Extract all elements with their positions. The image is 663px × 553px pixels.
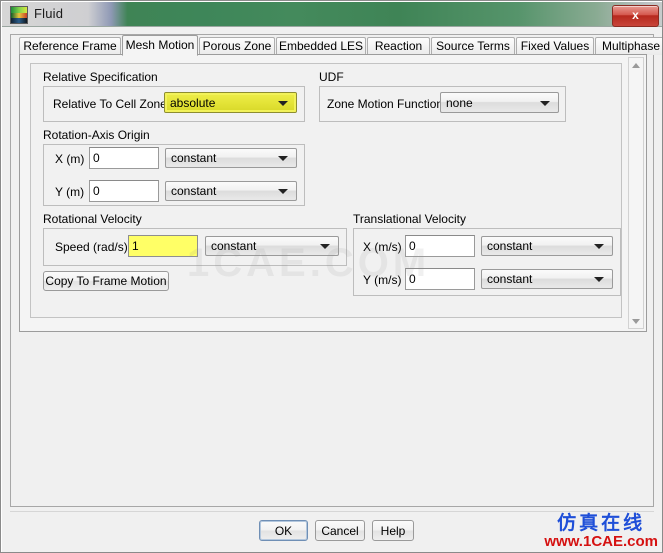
translational-y-input[interactable]: 0 [405,268,475,290]
tab-multiphase[interactable]: Multiphase [595,37,663,55]
chevron-down-icon [278,189,288,194]
fluid-dialog-window: Fluid x Zone Name fluid-circle Material … [0,0,663,553]
chevron-down-icon [278,156,288,161]
rotation-axis-origin-title: Rotation-Axis Origin [43,128,150,142]
scroll-up-arrow-icon[interactable] [629,58,643,72]
translational-velocity-title: Translational Velocity [353,212,466,226]
relative-to-cell-zone-value: absolute [170,96,215,110]
tab-reference-frame[interactable]: Reference Frame [19,37,121,55]
translational-x-method-combo[interactable]: constant [481,236,613,256]
help-button[interactable]: Help [372,520,414,541]
tab-mesh-motion[interactable]: Mesh Motion [122,35,198,56]
mesh-motion-content: Relative Specification Relative To Cell … [30,63,622,318]
relative-specification-title: Relative Specification [43,70,158,84]
speed-method-combo[interactable]: constant [205,236,339,256]
zone-motion-function-value: none [446,96,473,110]
translational-x-label: X (m/s) [363,240,402,254]
tab-reaction[interactable]: Reaction [367,37,430,55]
scroll-down-arrow-icon[interactable] [629,314,643,328]
form-panel: Zone Name fluid-circle Material Name wat… [10,34,654,507]
udf-title: UDF [319,70,344,84]
chevron-down-icon [594,244,604,249]
translational-y-label: Y (m/s) [363,273,401,287]
translational-x-method-value: constant [487,239,532,253]
chevron-down-icon [540,101,550,106]
chevron-down-icon [278,101,288,106]
title-bar: Fluid x [2,2,663,27]
cancel-button[interactable]: Cancel [315,520,365,541]
close-button[interactable]: x [612,5,659,27]
zone-motion-function-label: Zone Motion Function [327,97,443,111]
ok-button[interactable]: OK [259,520,308,541]
translational-y-method-value: constant [487,272,532,286]
window-title: Fluid [34,6,63,21]
rotation-origin-y-method-combo[interactable]: constant [165,181,297,201]
translational-y-method-combo[interactable]: constant [481,269,613,289]
chevron-down-icon [320,244,330,249]
translational-x-input[interactable]: 0 [405,235,475,257]
dialog-button-bar: OK Cancel Help [10,511,654,544]
rotation-origin-x-input[interactable]: 0 [89,147,159,169]
rotation-origin-x-label: X (m) [55,152,84,166]
tab-porous-zone[interactable]: Porous Zone [199,37,275,55]
rotation-origin-y-label: Y (m) [55,185,84,199]
dialog-body: Zone Name fluid-circle Material Name wat… [2,27,663,552]
tab-panel-scrollbar[interactable] [628,57,644,329]
speed-input[interactable]: 1 [128,235,198,257]
relative-to-cell-zone-combo[interactable]: absolute [164,92,297,113]
tab-strip: Reference Frame Mesh Motion Porous Zone … [19,35,647,55]
tab-embedded-les[interactable]: Embedded LES [276,37,366,55]
speed-label: Speed (rad/s) [55,240,128,254]
copy-to-frame-motion-button[interactable]: Copy To Frame Motion [43,271,169,291]
zone-motion-function-combo[interactable]: none [440,92,559,113]
tab-source-terms[interactable]: Source Terms [431,37,515,55]
rotation-origin-y-method-value: constant [171,184,216,198]
mesh-motion-tab-panel: Relative Specification Relative To Cell … [19,54,647,332]
speed-method-value: constant [211,239,256,253]
fluent-app-icon [10,6,28,24]
rotation-origin-x-method-value: constant [171,151,216,165]
rotation-origin-y-input[interactable]: 0 [89,180,159,202]
rotational-velocity-title: Rotational Velocity [43,212,142,226]
chevron-down-icon [594,277,604,282]
relative-to-cell-zone-label: Relative To Cell Zone [53,97,167,111]
rotation-origin-x-method-combo[interactable]: constant [165,148,297,168]
tab-fixed-values[interactable]: Fixed Values [516,37,594,55]
